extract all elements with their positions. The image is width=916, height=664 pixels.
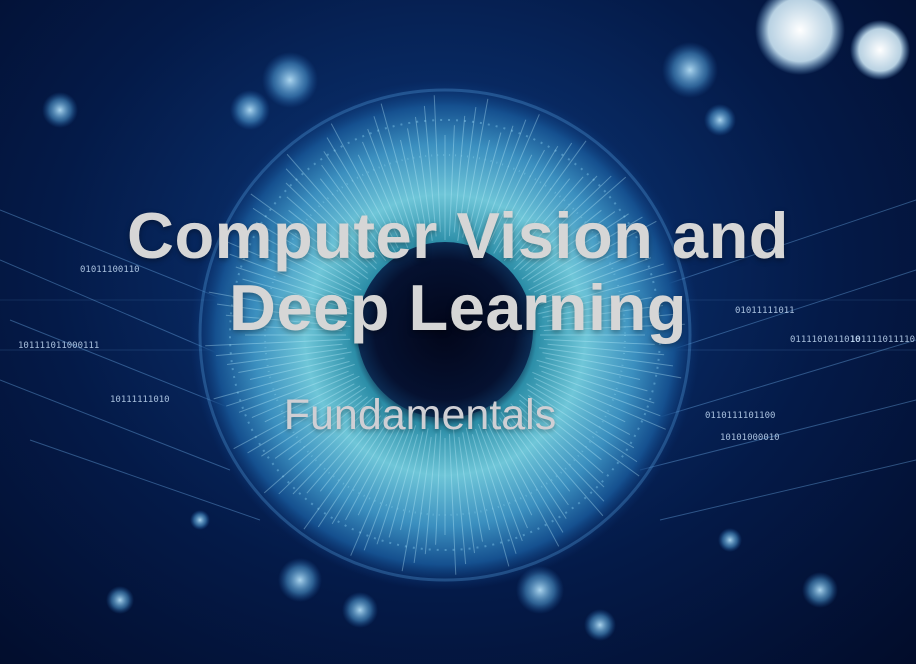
title-line-2: Deep Learning <box>229 271 687 344</box>
slide-title: Computer Vision and Deep Learning <box>0 200 916 344</box>
title-line-1: Computer Vision and <box>127 199 789 272</box>
slide-subtitle: Fundamentals <box>283 391 557 439</box>
title-slide: 01011100110 101111011000111 10111111010 … <box>0 0 916 664</box>
